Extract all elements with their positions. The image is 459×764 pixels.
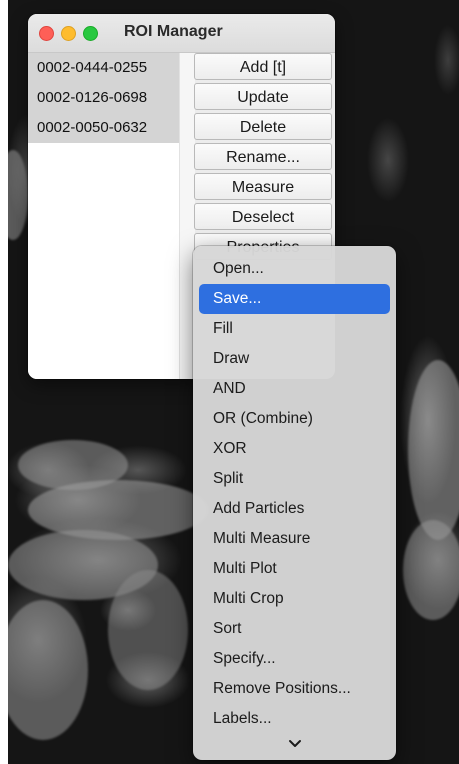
menu-item-split[interactable]: Split bbox=[199, 464, 390, 494]
close-window-button[interactable] bbox=[39, 26, 54, 41]
rename-button[interactable]: Rename... bbox=[194, 143, 332, 170]
add-button[interactable]: Add [t] bbox=[194, 53, 332, 80]
list-item[interactable]: 0002-0126-0698 bbox=[28, 83, 179, 113]
screen: ROI Manager 0002-0444-0255 0002-0126-069… bbox=[0, 0, 459, 764]
button-panel: Add [t] Update Delete Rename... Measure … bbox=[194, 53, 335, 263]
menu-item-multi-crop[interactable]: Multi Crop bbox=[199, 584, 390, 614]
menu-item-labels[interactable]: Labels... bbox=[199, 704, 390, 734]
menu-item-add-particles[interactable]: Add Particles bbox=[199, 494, 390, 524]
menu-item-xor[interactable]: XOR bbox=[199, 434, 390, 464]
menu-item-or-combine[interactable]: OR (Combine) bbox=[199, 404, 390, 434]
roi-list[interactable]: 0002-0444-0255 0002-0126-0698 0002-0050-… bbox=[28, 53, 195, 379]
delete-button[interactable]: Delete bbox=[194, 113, 332, 140]
list-item[interactable]: 0002-0444-0255 bbox=[28, 53, 179, 83]
maximize-window-button[interactable] bbox=[83, 26, 98, 41]
menu-item-draw[interactable]: Draw bbox=[199, 344, 390, 374]
update-button[interactable]: Update bbox=[194, 83, 332, 110]
more-context-menu: Open... Save... Fill Draw AND OR (Combin… bbox=[193, 246, 396, 760]
menu-item-specify[interactable]: Specify... bbox=[199, 644, 390, 674]
deselect-button[interactable]: Deselect bbox=[194, 203, 332, 230]
menu-scroll-down[interactable] bbox=[193, 736, 396, 754]
list-item[interactable]: 0002-0050-0632 bbox=[28, 113, 179, 143]
menu-item-and[interactable]: AND bbox=[199, 374, 390, 404]
menu-item-save[interactable]: Save... bbox=[199, 284, 390, 314]
menu-item-fill[interactable]: Fill bbox=[199, 314, 390, 344]
menu-item-multi-measure[interactable]: Multi Measure bbox=[199, 524, 390, 554]
window-title: ROI Manager bbox=[124, 23, 223, 40]
window-titlebar[interactable]: ROI Manager bbox=[28, 14, 335, 53]
menu-item-open[interactable]: Open... bbox=[199, 254, 390, 284]
minimize-window-button[interactable] bbox=[61, 26, 76, 41]
menu-item-sort[interactable]: Sort bbox=[199, 614, 390, 644]
measure-button[interactable]: Measure bbox=[194, 173, 332, 200]
menu-item-multi-plot[interactable]: Multi Plot bbox=[199, 554, 390, 584]
menu-item-remove-positions[interactable]: Remove Positions... bbox=[199, 674, 390, 704]
chevron-down-icon bbox=[288, 740, 301, 747]
